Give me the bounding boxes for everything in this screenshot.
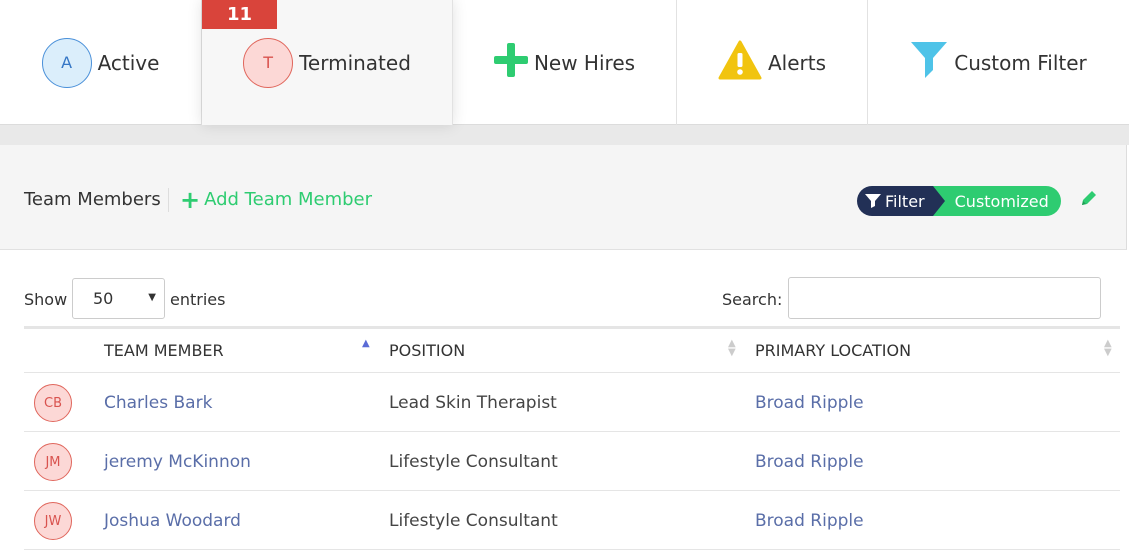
section-divider: [0, 125, 1129, 145]
tab-new-hires[interactable]: New Hires: [453, 0, 677, 125]
location-link[interactable]: Broad Ripple: [755, 452, 864, 472]
active-avatar-letter: A: [61, 53, 73, 72]
avatar: JM: [34, 443, 72, 481]
tab-terminated-label: Terminated: [299, 50, 411, 75]
terminated-avatar: T: [243, 37, 294, 88]
search-input[interactable]: [788, 277, 1101, 319]
col-header-team-member[interactable]: TEAM MEMBER: [104, 341, 224, 360]
sort-icon[interactable]: ▲ ▼: [728, 339, 736, 358]
tab-active[interactable]: A Active: [0, 0, 202, 125]
tab-active-label: Active: [97, 50, 160, 75]
chevron-down-icon: ▼: [148, 292, 156, 303]
status-tab-bar: A Active 11 T Terminated New Hires Alert…: [0, 0, 1129, 125]
avatar: CB: [34, 384, 72, 422]
table-row: JM jeremy McKinnon Lifestyle Consultant …: [24, 432, 1120, 491]
filter-pill-arrow: [932, 186, 945, 216]
terminated-avatar-letter: T: [263, 53, 273, 72]
tab-alerts-label: Alerts: [767, 50, 827, 75]
tab-terminated[interactable]: 11 T Terminated: [202, 0, 453, 125]
panel-title: Team Members: [24, 189, 161, 210]
filter-icon: [865, 194, 881, 208]
entries-select[interactable]: 50 ▼: [72, 278, 165, 319]
col-header-primary-location[interactable]: PRIMARY LOCATION: [755, 341, 911, 360]
edit-filter-pencil-icon[interactable]: [1080, 189, 1098, 211]
add-team-member-button[interactable]: + Add Team Member: [180, 185, 373, 214]
col-header-position[interactable]: POSITION: [389, 341, 465, 360]
member-name-link[interactable]: Joshua Woodard: [104, 511, 241, 531]
position-cell: Lifestyle Consultant: [389, 452, 558, 472]
entries-select-value: 50: [93, 289, 114, 308]
sort-icon[interactable]: ▲ ▼: [1104, 339, 1112, 358]
panel-header: Team Members + Add Team Member Filter Cu…: [0, 145, 1127, 250]
search-label: Search:: [722, 290, 783, 309]
filter-pill-left: Filter: [857, 186, 933, 216]
tab-new-hires-label: New Hires: [533, 50, 636, 75]
filter-state-label: Customized: [944, 186, 1061, 216]
sort-ascending-icon[interactable]: ▲: [362, 339, 370, 349]
funnel-icon: [910, 40, 948, 85]
table-header: TEAM MEMBER ▲ POSITION ▲ ▼ PRIMARY LOCATI…: [24, 326, 1120, 373]
table-row: CB Charles Bark Lead Skin Therapist Broa…: [24, 373, 1120, 432]
table-row: JW Joshua Woodard Lifestyle Consultant B…: [24, 491, 1120, 550]
plus-icon: [493, 43, 528, 82]
show-label: Show: [24, 290, 68, 309]
member-name-link[interactable]: jeremy McKinnon: [104, 452, 251, 472]
tab-custom-filter[interactable]: Custom Filter: [868, 0, 1129, 125]
tab-alerts[interactable]: Alerts: [677, 0, 868, 125]
tab-custom-filter-label: Custom Filter: [954, 50, 1087, 75]
location-link[interactable]: Broad Ripple: [755, 511, 864, 531]
member-name-link[interactable]: Charles Bark: [104, 393, 212, 413]
warning-icon: [718, 40, 762, 85]
position-cell: Lifestyle Consultant: [389, 511, 558, 531]
avatar: JW: [34, 502, 72, 540]
position-cell: Lead Skin Therapist: [389, 393, 557, 413]
active-avatar: A: [41, 37, 92, 88]
entries-label: entries: [170, 290, 226, 309]
filter-status-pill[interactable]: Filter Customized: [857, 186, 1061, 216]
filter-label: Filter: [885, 191, 925, 211]
location-link[interactable]: Broad Ripple: [755, 393, 864, 413]
add-team-member-label: Add Team Member: [204, 189, 373, 210]
header-separator: [168, 188, 169, 212]
terminated-count-badge: 11: [202, 0, 277, 29]
add-plus-icon: +: [180, 185, 201, 214]
